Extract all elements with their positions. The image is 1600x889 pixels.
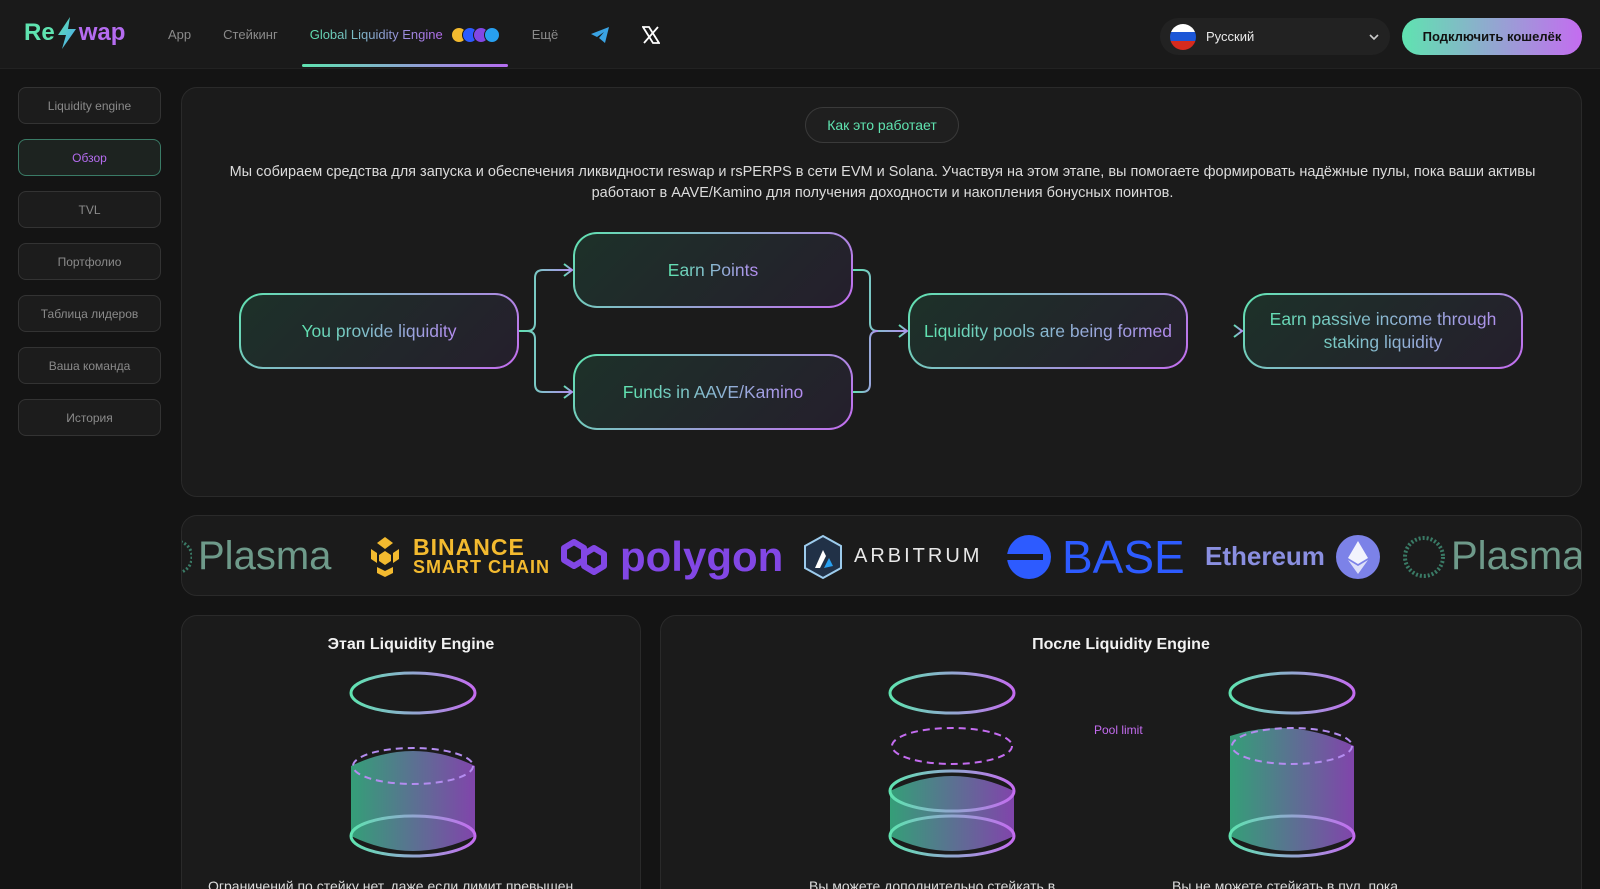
sidebar-item-liquidity-engine[interactable]: Liquidity engine: [18, 87, 161, 124]
logo-text-left: Re: [24, 19, 55, 46]
nav-staking-label: Стейкинг: [223, 27, 278, 42]
base-logo: BASE: [1006, 516, 1185, 595]
polygon-icon: [561, 538, 607, 575]
sidebar-item-tvl[interactable]: TVL: [18, 191, 161, 228]
stage-after-text-right: Вы не можете стейкать в пул, пока: [1172, 878, 1399, 889]
flow-passive-label: Earn passive income through staking liqu…: [1255, 308, 1511, 354]
main-nav: App Стейкинг Global Liquidity Engine Ещё: [168, 0, 692, 69]
nav-app-label: App: [168, 27, 192, 42]
stage-during-text: Ограничений по стейку нет, даже если лим…: [208, 878, 574, 889]
nav-more[interactable]: Ещё: [532, 0, 559, 69]
russia-flag-icon: [1170, 23, 1196, 50]
flow-step-funds: Funds in AAVE/Kamino: [573, 354, 853, 430]
binance-subtitle: SMART CHAIN: [413, 556, 550, 577]
polygon-logo: polygon: [560, 516, 784, 595]
sidebar-item-leaderboard[interactable]: Таблица лидеров: [18, 295, 161, 332]
how-it-works-panel: Как это работает Мы собираем средства дл…: [181, 87, 1582, 497]
connect-wallet-button[interactable]: Подключить кошелёк: [1402, 18, 1582, 55]
ethereum-icon: [1335, 534, 1380, 579]
sidebar-item-overview[interactable]: Обзор: [18, 139, 161, 176]
stage-during-title: Этап Liquidity Engine: [327, 636, 495, 653]
sidebar: Liquidity engine Обзор TVL Портфолио Таб…: [18, 87, 161, 451]
flow-step-earn-points: Earn Points: [573, 232, 853, 308]
sidebar-item-team[interactable]: Ваша команда: [18, 347, 161, 384]
nav-gle-label: Global Liquidity Engine: [309, 27, 443, 42]
x-twitter-icon[interactable]: [642, 25, 661, 44]
language-selector[interactable]: Русский: [1160, 18, 1390, 55]
sidebar-item-history[interactable]: История: [18, 399, 161, 436]
flow-step-provide: You provide liquidity: [239, 293, 519, 369]
nav-app[interactable]: App: [168, 0, 191, 69]
nav-staking[interactable]: Стейкинг: [223, 0, 278, 69]
plasma-label: Plasma: [198, 534, 332, 578]
base-label: BASE: [1062, 530, 1185, 583]
arbitrum-logo: ARBITRUM: [802, 516, 983, 595]
pool-cylinder-right-icon: [1228, 671, 1356, 858]
reswap-logo[interactable]: Re wap: [24, 16, 125, 50]
nav-global-liquidity-engine[interactable]: Global Liquidity Engine: [301, 0, 508, 69]
pool-limit-line: [1014, 744, 1224, 748]
sidebar-item-portfolio[interactable]: Портфолио: [18, 243, 161, 280]
arbitrum-label: ARBITRUM: [854, 545, 983, 567]
flow-earn-points-label: Earn Points: [667, 259, 759, 280]
stage-after-text-left: Вы можете дополнительно стейкать в: [809, 878, 1056, 889]
flow-funds-label: Funds in AAVE/Kamino: [622, 381, 804, 402]
binance-logo: BINANCE SMART CHAIN: [365, 516, 550, 595]
telegram-icon[interactable]: [590, 26, 610, 44]
logo-text-right: wap: [78, 19, 126, 46]
lightning-icon: [57, 17, 76, 49]
plasma-icon-repeat: [1403, 535, 1445, 578]
plasma-icon: [182, 540, 192, 573]
binance-label: BINANCE: [413, 533, 525, 560]
chevron-down-icon: [1369, 33, 1379, 40]
plasma-label-repeat: Plasma: [1451, 534, 1582, 578]
plasma-logo: Plasma: [182, 516, 332, 595]
flow-step-passive-income: Earn passive income through staking liqu…: [1243, 293, 1523, 369]
stage-during-panel: Этап Liquidity Engine Ограничений по сте…: [181, 615, 641, 889]
nav-more-label: Ещё: [531, 27, 559, 42]
stage-after-title: После Liquidity Engine: [1032, 636, 1210, 653]
ethereum-label: Ethereum: [1205, 541, 1325, 571]
stage-after-panel: После Liquidity Engine Pool limit Вы мож…: [660, 615, 1582, 889]
pool-cylinder-left-icon: [888, 671, 1016, 858]
arbitrum-icon: [804, 534, 842, 579]
pool-limit-label: Pool limit: [1094, 723, 1143, 737]
top-header: Re wap App Стейкинг Global Liquidity Eng…: [0, 0, 1600, 69]
language-label: Русский: [1206, 29, 1255, 44]
flow-provide-label: You provide liquidity: [301, 320, 457, 341]
chain-badges-icon: [450, 26, 500, 43]
flow-step-pools: Liquidity pools are being formed: [908, 293, 1188, 369]
pool-cylinder-icon: [349, 671, 477, 858]
polygon-label: polygon: [620, 532, 784, 580]
plasma-logo-repeat: Plasma: [1401, 516, 1582, 595]
ethereum-logo: Ethereum: [1205, 516, 1381, 595]
binance-icon: [371, 536, 399, 577]
base-icon: [1007, 534, 1051, 579]
chains-marquee: Plasma BINANCE SMART CHAIN polygon ARBIT…: [181, 515, 1582, 596]
flow-pools-label: Liquidity pools are being formed: [923, 320, 1173, 341]
